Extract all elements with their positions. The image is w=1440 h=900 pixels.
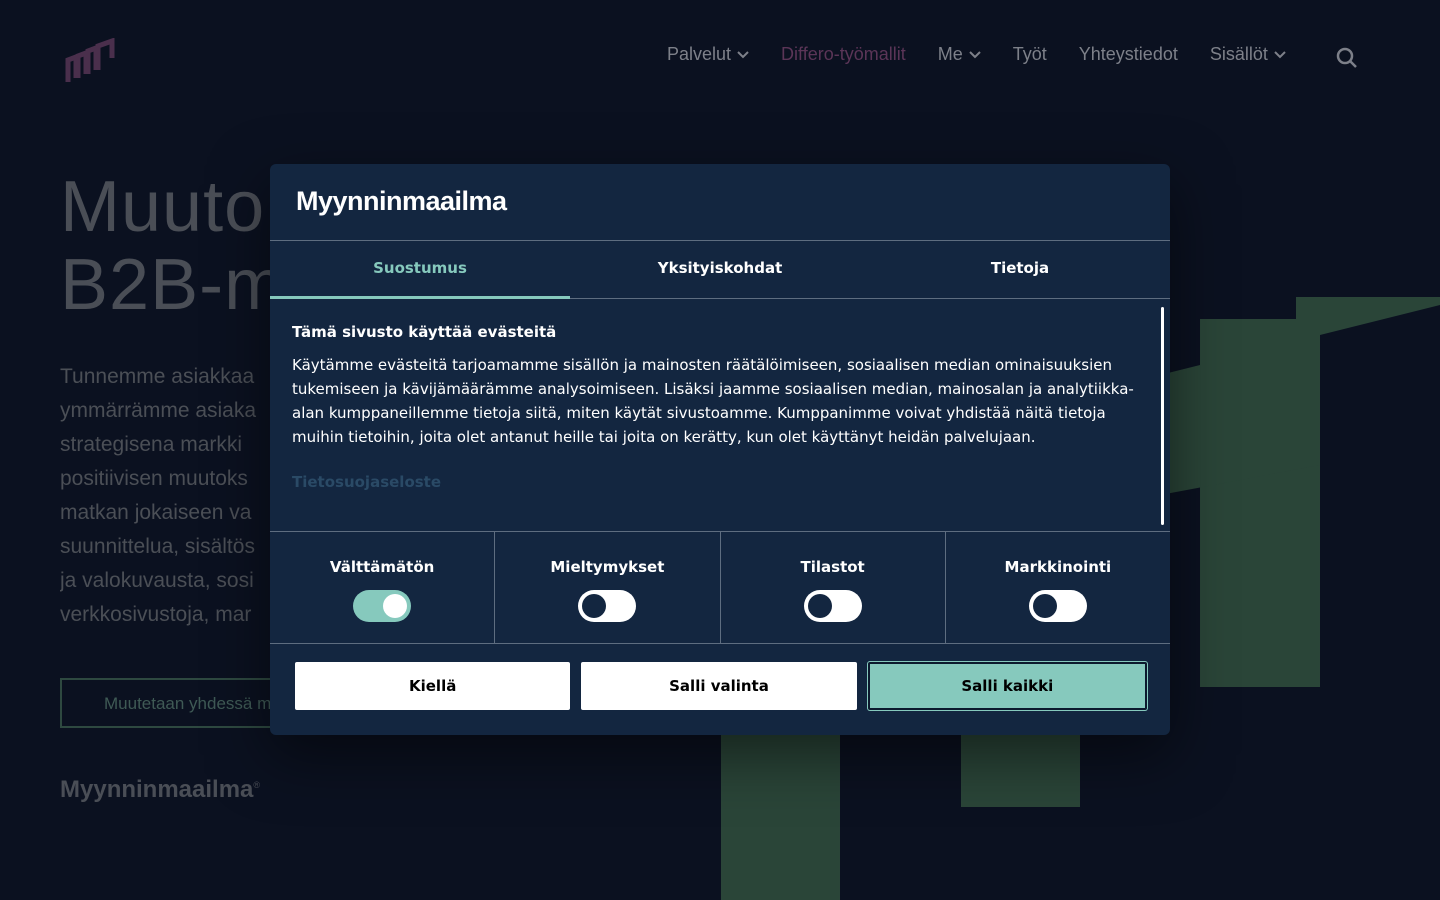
chevron-down-icon [1274, 50, 1286, 58]
nav-item-me[interactable]: Me [938, 44, 981, 65]
consent-description: Käytämme evästeitä tarjoamamme sisällön … [292, 356, 1134, 446]
nav-item-differo-tyomallit[interactable]: Differo-työmallit [781, 44, 906, 65]
toggle-cell-preferences: Mieltymykset [495, 532, 721, 643]
nav-item-yhteystiedot[interactable]: Yhteystiedot [1079, 44, 1178, 65]
hero-title-line: Muuto [60, 167, 266, 247]
nav-item-label: Yhteystiedot [1078, 44, 1178, 64]
nav-item-label: Sisällöt [1209, 44, 1268, 64]
chevron-down-icon [737, 50, 749, 58]
toggle-knob [807, 594, 832, 618]
background-bar [721, 735, 840, 900]
content-scrollbar[interactable] [1161, 307, 1164, 525]
toggle-label: Markkinointi [1004, 558, 1112, 576]
consent-toggles: Välttämätön Mieltymykset Tilastot Markki… [270, 531, 1170, 644]
allow-selection-button[interactable]: Salli valinta [581, 662, 857, 710]
hero-text-line: matkan jokaiseen va [60, 501, 252, 524]
nav-item-label: Me [937, 44, 963, 64]
privacy-policy-link[interactable]: Tietosuojaseloste [292, 473, 1140, 491]
tab-yksityiskohdat[interactable]: Yksityiskohdat [570, 241, 870, 298]
consent-content: Tämä sivusto käyttää evästeitä Käytämme … [270, 299, 1170, 531]
background-shape [1160, 297, 1440, 495]
nav-item-tyot[interactable]: Työt [1013, 44, 1047, 65]
consent-buttons: Kiellä Salli valinta Salli kaikki [270, 644, 1170, 710]
statistics-toggle[interactable] [803, 590, 862, 622]
toggle-label: Tilastot [800, 558, 865, 576]
registered-mark: ® [253, 780, 261, 790]
dialog-header: Myynninmaailma [270, 164, 1170, 241]
dialog-tabs: Suostumus Yksityiskohdat Tietoja [270, 241, 1170, 299]
hero-text-line: Tunnemme asiakkaa [60, 365, 255, 388]
footer-brand-name: Myynninmaailma [60, 776, 254, 803]
nav-item-palvelut[interactable]: Palvelut [667, 44, 749, 65]
allow-all-button[interactable]: Salli kaikki [867, 662, 1147, 710]
nav-item-label: Palvelut [667, 44, 732, 64]
toggle-knob [1032, 594, 1057, 618]
tab-tietoja[interactable]: Tietoja [870, 241, 1170, 298]
toggle-knob [582, 594, 607, 618]
hero-description: Tunnemme asiakkaa ymmärrämme asiaka stra… [60, 360, 300, 632]
chevron-down-icon [969, 50, 981, 58]
main-nav: Palvelut Differo-työmallit Me Työt Yhtey… [667, 44, 1286, 65]
hero-text-line: ymmärrämme asiaka [60, 399, 257, 422]
tab-suostumus[interactable]: Suostumus [270, 241, 570, 299]
hero-text-line: ja valokuvausta, sosi [60, 569, 254, 592]
dialog-brand-logo: Myynninmaailma [296, 186, 507, 216]
consent-title: Tämä sivusto käyttää evästeitä [292, 323, 557, 341]
hero-title: Muuto B2B-m [60, 168, 285, 324]
search-icon[interactable] [1336, 47, 1358, 69]
toggle-cell-necessary: Välttämätön [270, 532, 496, 643]
hero-text-line: verkkosivustoja, mar [60, 603, 252, 626]
hero-text-line: positiivisen muutoks [60, 467, 248, 490]
necessary-toggle[interactable] [353, 590, 412, 622]
toggle-knob [383, 594, 408, 618]
nav-item-label: Differo-työmallit [781, 44, 906, 64]
toggle-label: Välttämätön [329, 558, 435, 576]
preferences-toggle[interactable] [578, 590, 637, 622]
brand-mark-icon[interactable] [64, 38, 116, 82]
hero-text-line: strategisena markki [60, 433, 243, 456]
hero-text-line: suunnittelua, sisältös [60, 535, 255, 558]
toggle-cell-statistics: Tilastot [721, 532, 946, 643]
nav-item-sisallot[interactable]: Sisällöt [1210, 44, 1286, 65]
cookie-consent-dialog: Myynninmaailma Suostumus Yksityiskohdat … [270, 164, 1170, 735]
deny-button[interactable]: Kiellä [295, 662, 571, 710]
footer-brand-logo: Myynninmaailma® [60, 776, 260, 804]
toggle-label: Mieltymykset [550, 558, 665, 576]
background-bar [961, 735, 1080, 807]
marketing-toggle[interactable] [1028, 590, 1087, 622]
toggle-cell-marketing: Markkinointi [946, 532, 1170, 643]
page: Palvelut Differo-työmallit Me Työt Yhtey… [0, 0, 1440, 900]
hero-title-line: B2B-m [60, 245, 286, 325]
nav-item-label: Työt [1012, 44, 1047, 64]
